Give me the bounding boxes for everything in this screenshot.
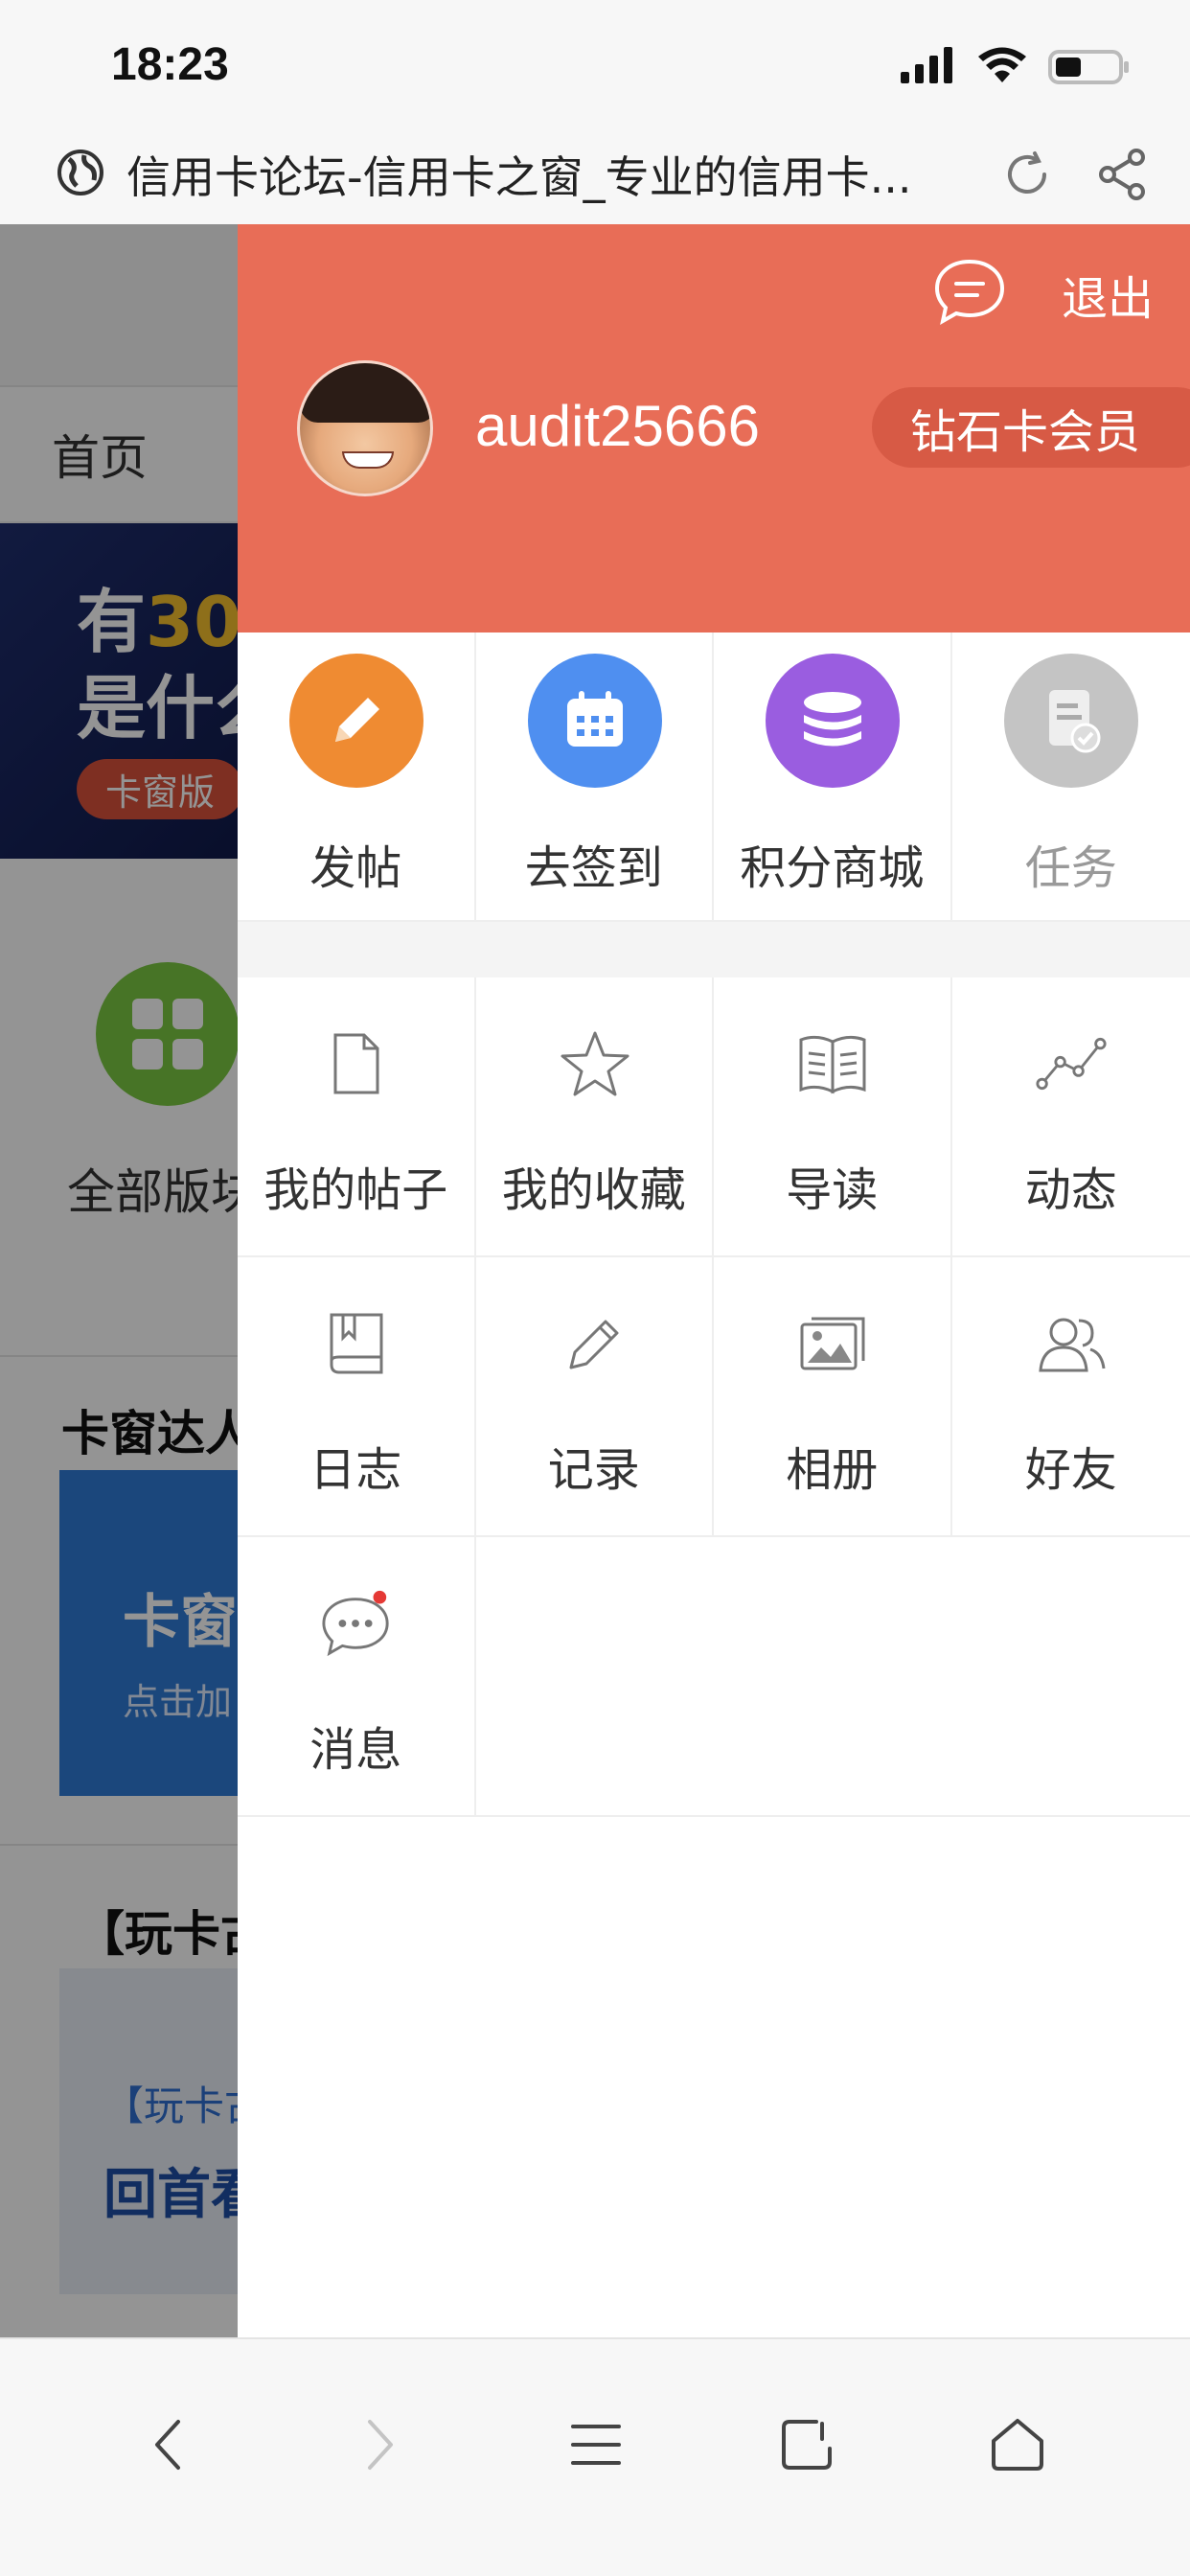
empty-cell — [475, 1537, 1190, 1817]
page-title[interactable]: 信用卡论坛-信用卡之窗_专业的信用卡... — [126, 143, 960, 206]
open-book-icon — [796, 1027, 869, 1100]
menu-activity[interactable]: 动态 — [951, 978, 1190, 1257]
menu-label: 导读 — [786, 1163, 879, 1217]
pen-icon — [559, 1307, 631, 1380]
member-level-badge[interactable]: 钻石卡会员 — [872, 387, 1190, 468]
battery-icon — [1048, 50, 1129, 84]
quick-action-points-mall[interactable]: 积分商城 — [714, 632, 952, 920]
share-icon[interactable] — [1094, 146, 1152, 203]
coins-icon — [766, 654, 900, 788]
album-icon — [796, 1307, 869, 1380]
menu-friends[interactable]: 好友 — [951, 1257, 1190, 1537]
star-icon — [559, 1027, 631, 1100]
quick-action-label: 发帖 — [309, 841, 402, 895]
reload-icon[interactable] — [998, 146, 1056, 203]
section-gap — [238, 922, 1190, 978]
globe-icon — [56, 148, 105, 201]
menu-my-favorites[interactable]: 我的收藏 — [475, 978, 714, 1257]
status-bar: 18:23 — [0, 0, 1190, 125]
document-icon — [320, 1027, 393, 1100]
menu-guide[interactable]: 导读 — [714, 978, 952, 1257]
quick-action-label: 去签到 — [524, 841, 663, 895]
menu-label: 日志 — [309, 1443, 402, 1497]
task-icon — [1003, 654, 1138, 788]
logout-button[interactable]: 退出 — [1062, 261, 1154, 328]
forward-icon[interactable] — [339, 2404, 420, 2485]
signal-icon — [901, 47, 956, 87]
menu-my-posts[interactable]: 我的帖子 — [238, 978, 476, 1257]
menu-album[interactable]: 相册 — [714, 1257, 952, 1537]
menu-messages[interactable]: 消息 — [238, 1537, 476, 1817]
journal-icon — [320, 1307, 393, 1380]
username: audit25666 — [475, 394, 760, 458]
quick-action-tasks[interactable]: 任务 — [952, 632, 1190, 920]
drawer-header: 退出 audit25666 钻石卡会员 — [238, 224, 1190, 632]
status-icons — [901, 46, 1129, 88]
menu-label: 动态 — [1024, 1163, 1117, 1217]
tabs-icon[interactable] — [767, 2404, 847, 2485]
quick-action-post[interactable]: 发帖 — [238, 632, 476, 920]
menu-label: 消息 — [309, 1723, 402, 1777]
menu-records[interactable]: 记录 — [475, 1257, 714, 1537]
menu-label: 我的帖子 — [263, 1163, 448, 1217]
pencil-icon — [289, 654, 423, 788]
quick-action-checkin[interactable]: 去签到 — [476, 632, 714, 920]
menu-label: 我的收藏 — [501, 1163, 686, 1217]
friends-icon — [1035, 1307, 1108, 1380]
calendar-icon — [527, 654, 662, 788]
chat-icon[interactable] — [933, 255, 1006, 328]
menu-label: 记录 — [547, 1443, 640, 1497]
home-icon[interactable] — [977, 2404, 1058, 2485]
dim-overlay[interactable] — [0, 224, 238, 2337]
url-bar: 信用卡论坛-信用卡之窗_专业的信用卡... — [0, 125, 1190, 224]
browser-toolbar — [0, 2337, 1190, 2576]
trend-icon — [1035, 1027, 1108, 1100]
menu-grid: 我的帖子 我的收藏 导读 动态 日志 记录 相册 好友 消息 — [238, 978, 1190, 1817]
wifi-icon — [977, 46, 1027, 88]
quick-action-label: 任务 — [1024, 841, 1117, 895]
message-icon — [320, 1587, 393, 1660]
back-icon[interactable] — [128, 2404, 209, 2485]
menu-label: 相册 — [786, 1443, 879, 1497]
menu-icon[interactable] — [556, 2404, 636, 2485]
status-time: 18:23 — [111, 39, 229, 90]
quick-action-label: 积分商城 — [740, 841, 925, 895]
quick-actions: 发帖 去签到 积分商城 任务 — [238, 632, 1190, 922]
avatar[interactable] — [297, 360, 433, 496]
menu-label: 好友 — [1024, 1443, 1117, 1497]
user-drawer: 退出 audit25666 钻石卡会员 发帖 去签到 积分商城 任务 我的帖子 … — [238, 224, 1190, 2337]
menu-journal[interactable]: 日志 — [238, 1257, 476, 1537]
